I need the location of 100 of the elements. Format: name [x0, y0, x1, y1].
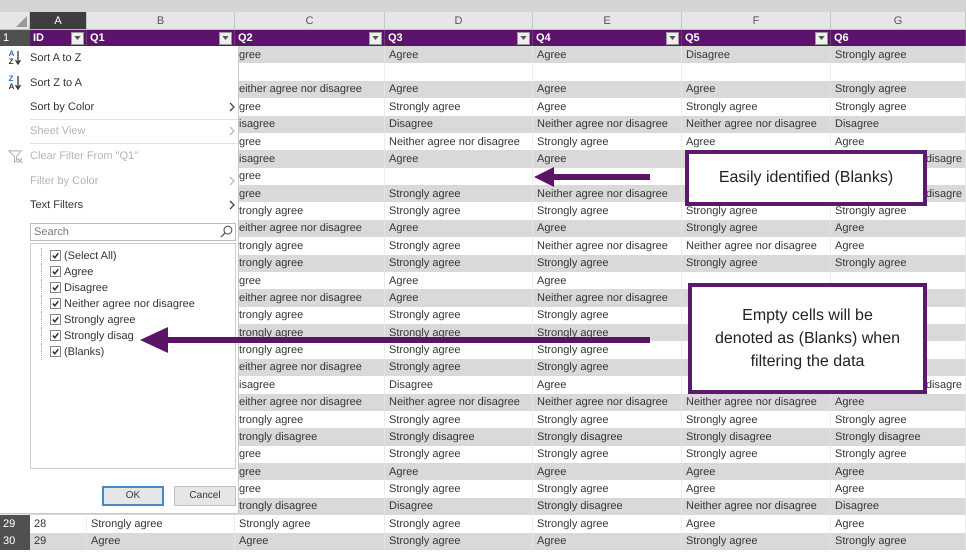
- row-number: 29: [0, 515, 30, 532]
- table-cell: Strongly agree: [389, 205, 461, 218]
- checkbox[interactable]: [50, 250, 61, 261]
- table-cell: Strongly disagree: [686, 430, 772, 443]
- column-header[interactable]: C: [235, 12, 385, 29]
- table-cell: gree: [239, 170, 262, 182]
- table-cell: Agree: [389, 274, 418, 287]
- checkbox[interactable]: [50, 314, 61, 325]
- table-cell: Neither agree nor disagree: [686, 118, 817, 130]
- checkbox[interactable]: [50, 298, 61, 309]
- table-cell: Agree: [835, 518, 864, 530]
- table-cell: disagre: [926, 152, 962, 165]
- clear-filter-icon: [8, 148, 22, 164]
- table-cell: trongly agree: [239, 205, 304, 218]
- caret-icon: [222, 36, 229, 40]
- menu-item[interactable]: Sort by Color: [30, 95, 238, 120]
- caret-icon: [818, 36, 825, 40]
- table-cell: Strongly agree: [537, 361, 609, 374]
- table-cell: Agree: [835, 483, 864, 496]
- dialog-button[interactable]: Cancel: [174, 486, 236, 506]
- table-cell: Strongly agree: [389, 344, 461, 356]
- table-cell: Agree: [537, 535, 566, 548]
- menu-item[interactable]: Text Filters: [0, 193, 238, 218]
- table-cell: Strongly agree: [389, 100, 461, 113]
- table-cell: Strongly agree: [686, 414, 758, 426]
- table-cell: Neither agree nor disagree: [537, 292, 668, 304]
- table-cell: Agree: [686, 518, 716, 530]
- column-header[interactable]: B: [87, 12, 235, 29]
- table-cell: Strongly agree: [835, 100, 907, 113]
- table-cell: Strongly agree: [686, 257, 758, 270]
- column-header[interactable]: F: [682, 12, 831, 29]
- filter-button[interactable]: [71, 32, 84, 44]
- table-cell: Strongly agree: [389, 326, 461, 339]
- filter-button[interactable]: [369, 32, 382, 44]
- checkbox[interactable]: [50, 330, 61, 341]
- table-cell: Strongly agree: [835, 205, 907, 218]
- value-checkbox-item[interactable]: Strongly disag: [41, 328, 134, 344]
- checkbox[interactable]: [50, 266, 61, 277]
- table-cell: Agree: [389, 152, 418, 165]
- filter-button[interactable]: [517, 32, 530, 44]
- header-label: Q5: [685, 32, 700, 44]
- value-checkbox-item[interactable]: Strongly agree: [41, 312, 136, 328]
- value-checkbox-item[interactable]: Disagree: [41, 280, 108, 296]
- table-cell: Neither agree nor disagree: [537, 188, 668, 200]
- table-cell: Strongly agree: [537, 344, 609, 356]
- value-checkbox-item[interactable]: (Select All): [41, 248, 117, 264]
- checkbox[interactable]: [50, 282, 61, 293]
- table-cell: Agree: [835, 396, 864, 408]
- column-header[interactable]: G: [831, 12, 966, 29]
- table-cell: either agree nor disagree: [239, 292, 362, 304]
- filter-button[interactable]: [219, 32, 232, 44]
- value-checkbox-item[interactable]: (Blanks): [41, 344, 104, 360]
- checkbox[interactable]: [50, 346, 61, 357]
- filter-button[interactable]: [666, 32, 679, 44]
- menu-item[interactable]: Z A Sort Z to A: [0, 70, 238, 95]
- table-cell: Strongly agree: [239, 518, 311, 530]
- value-checkbox-item[interactable]: Agree: [41, 264, 94, 280]
- caret-icon: [520, 36, 527, 40]
- table-cell: Agree: [537, 48, 566, 61]
- table-cell: Strongly agree: [389, 535, 461, 548]
- table-cell: either agree nor disagree: [239, 361, 362, 374]
- table-cell: Disagree: [389, 118, 434, 130]
- table-cell: gree: [239, 274, 262, 287]
- table-cell: Neither agree nor disagree: [686, 396, 817, 408]
- value-checkbox-item[interactable]: Neither agree nor disagree: [41, 296, 195, 312]
- row-number: 1: [0, 30, 30, 46]
- table-cell: disagre: [926, 188, 962, 200]
- table-cell: Strongly agree: [835, 414, 907, 426]
- table-cell: gree: [239, 100, 262, 113]
- filter-button[interactable]: [815, 32, 828, 44]
- dialog-button[interactable]: OK: [102, 486, 164, 506]
- table-cell: Strongly agree: [835, 257, 907, 270]
- table-cell: trongly disagree: [239, 430, 318, 443]
- search-field[interactable]: Search: [30, 222, 236, 240]
- table-cell: Strongly agree: [537, 518, 609, 530]
- table-cell: Agree: [835, 136, 864, 148]
- table-cell: Strongly agree: [389, 483, 461, 496]
- column-header[interactable]: D: [385, 12, 533, 29]
- table-cell: gree: [239, 188, 262, 200]
- table-cell: Agree: [537, 378, 566, 391]
- table-cell: Strongly agree: [537, 483, 609, 496]
- menu-item[interactable]: A Z Sort A to Z: [0, 46, 238, 70]
- caret-icon: [74, 36, 81, 40]
- table-cell: Agree: [537, 274, 566, 287]
- table-cell: Strongly disagree: [537, 500, 623, 512]
- table-cell: Agree: [537, 222, 566, 234]
- table-cell: trongly disagree: [239, 500, 318, 512]
- table-cell: Neither agree nor disagree: [537, 118, 668, 130]
- table-cell: Agree: [835, 222, 864, 234]
- column-header[interactable]: E: [533, 12, 682, 29]
- table-cell: Strongly agree: [835, 448, 907, 460]
- table-cell: either agree nor disagree: [239, 396, 362, 408]
- table-cell: Strongly agree: [389, 257, 461, 270]
- table-cell: Strongly disagree: [537, 430, 623, 443]
- caret-icon: [372, 36, 379, 40]
- table-cell: Neither agree nor disagree: [686, 500, 817, 512]
- table-cell: Strongly agree: [686, 205, 758, 218]
- column-header[interactable]: A: [30, 12, 87, 29]
- header-label: Q3: [388, 32, 403, 44]
- table-cell: Neither agree nor disagree: [389, 396, 520, 408]
